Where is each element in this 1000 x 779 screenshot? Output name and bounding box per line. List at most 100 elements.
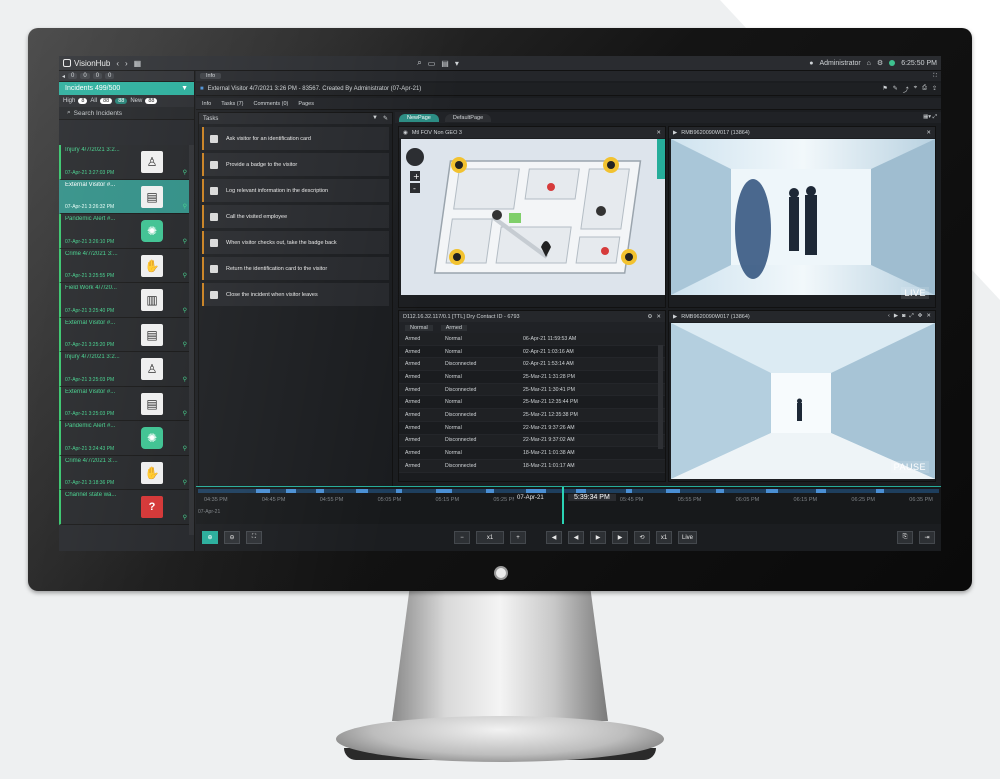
floor-plan-map[interactable]: + - (401, 139, 665, 295)
gear-icon[interactable]: ⚙ (877, 59, 883, 67)
events-scrollbar[interactable] (658, 345, 663, 449)
event-row[interactable]: Armed Disconnected 25-Mar-21 12:35:38 PM (399, 409, 665, 422)
filter-count-4[interactable]: 0 (105, 73, 115, 79)
zoom-out-button[interactable]: ⊖ (224, 531, 240, 544)
next-clip-button[interactable]: ⇥ (919, 531, 935, 544)
priority-new-label[interactable]: New (130, 98, 142, 104)
funnel-icon[interactable]: ▼ (181, 85, 188, 92)
snapshot-icon[interactable]: ◙ (902, 313, 905, 320)
incident-list-item[interactable]: Pandemic Alert #... 07-Apr-21 3:24:43 PM ✺… (59, 421, 189, 456)
timeline[interactable]: 04:35 PM 04:45 PM 04:55 PM 05:05 PM 05:15 PM… (196, 486, 941, 525)
search-incidents[interactable]: ⌕ Search Incidents (59, 107, 194, 120)
event-row[interactable]: Armed Disconnected 02-Apr-21 1:53:14 AM (399, 358, 665, 372)
tasks-filter-icon[interactable]: ▼ (372, 115, 378, 122)
maximize-icon[interactable]: ⛶ (933, 73, 937, 80)
timeline-track[interactable] (198, 489, 939, 493)
sync-speed-button[interactable]: x1 (656, 531, 672, 544)
incident-list-item[interactable]: Injury 4/7/2021 3:2... 07-Apr-21 3:27:03 … (59, 145, 189, 180)
filter-icon[interactable]: ◂ (62, 73, 65, 80)
export-icon[interactable]: ⇪ (932, 85, 937, 94)
home-icon[interactable]: ⌂ (867, 60, 871, 67)
search-incidents-input[interactable]: Search Incidents (74, 110, 122, 117)
event-row[interactable]: Armed Normal 06-Apr-21 11:59:53 AM (399, 333, 665, 346)
camera-1-close-icon[interactable]: ✕ (926, 130, 931, 136)
task-item[interactable]: Return the identification card to the vi… (202, 257, 389, 280)
camera-1-video[interactable] (671, 139, 935, 295)
tab-default-page[interactable]: DefaultPage (444, 113, 492, 122)
tab-tasks[interactable]: Tasks (7) (221, 101, 243, 107)
task-item[interactable]: Provide a badge to the visitor (202, 153, 389, 176)
timeline-cursor[interactable] (562, 487, 564, 525)
filter-count-1[interactable]: 0 (68, 73, 78, 79)
tab-new-page[interactable]: NewPage (399, 113, 439, 122)
timeline-recording-segment[interactable] (316, 489, 324, 493)
zoom-icon[interactable]: ⤢ (909, 313, 913, 320)
pin-icon[interactable]: ⌖ (914, 85, 917, 94)
user-name[interactable]: Administrator (819, 60, 860, 67)
share-icon[interactable]: ⤴ (903, 85, 909, 94)
timeline-recording-segment[interactable] (576, 489, 586, 493)
search-icon[interactable]: ⌕ (417, 58, 421, 68)
incident-list-item[interactable]: Crime 4/7/2021 3:... 07-Apr-21 3:18:36 PM… (59, 455, 189, 490)
timeline-recording-segment[interactable] (766, 489, 778, 493)
step-forward-button[interactable]: ▶ (612, 531, 628, 544)
power-button[interactable] (494, 566, 508, 580)
task-checkbox[interactable] (210, 160, 218, 169)
task-item[interactable]: Ask visitor for an identification card (202, 127, 389, 150)
task-checkbox[interactable] (210, 264, 218, 273)
incident-list-item[interactable]: Channel state wa...? ⚲ (59, 490, 189, 525)
priority-high-label[interactable]: High (63, 98, 75, 104)
ptz-icon[interactable]: ✥ (918, 313, 923, 320)
tasks-edit-icon[interactable]: ✎ (383, 115, 388, 122)
back-icon[interactable]: ‹ (116, 59, 119, 68)
task-checkbox[interactable] (210, 290, 218, 299)
task-item[interactable]: When visitor checks out, take the badge … (202, 231, 389, 254)
event-row[interactable]: Armed Normal 18-Mar-21 1:01:38 AM (399, 447, 665, 460)
incident-list-item[interactable]: External Visitor #... 07-Apr-21 3:26:32 P… (59, 179, 189, 214)
slower-button[interactable]: − (454, 531, 470, 544)
filter-count-3[interactable]: 0 (92, 73, 103, 79)
grid-icon[interactable]: ▦ (134, 59, 142, 68)
tab-info[interactable]: Info (202, 101, 211, 107)
map-side-handle[interactable] (657, 139, 665, 179)
camera-2-video[interactable] (671, 323, 935, 479)
monitor-icon[interactable]: ▭ (428, 59, 436, 68)
task-item[interactable]: Log relevant information in the descript… (202, 179, 389, 202)
task-checkbox[interactable] (210, 134, 218, 143)
map-close-icon[interactable]: ✕ (656, 130, 661, 136)
layout-icon[interactable]: ▤ (441, 59, 449, 68)
events-close-icon[interactable]: ✕ (656, 314, 661, 320)
incidents-header[interactable]: Incidents 499/500 ▼ (59, 82, 194, 95)
timeline-recording-segment[interactable] (436, 489, 452, 493)
priority-all-label[interactable]: All (90, 98, 97, 104)
event-row[interactable]: Armed Normal 02-Apr-21 1:03:16 AM (399, 346, 665, 359)
edit-icon[interactable]: ✎ (893, 85, 898, 94)
step-back-button[interactable]: ◀ (546, 531, 562, 544)
event-row[interactable]: Armed Normal 25-Mar-21 1:31:28 PM (399, 371, 665, 384)
timeline-recording-segment[interactable] (666, 489, 680, 493)
speed-select[interactable]: x1 (476, 531, 504, 544)
workspace-tab-info[interactable]: Info (200, 73, 222, 79)
export-video-button[interactable]: ⎘ (897, 531, 913, 544)
timeline-recording-segment[interactable] (816, 489, 826, 493)
forward-icon[interactable]: › (125, 59, 128, 68)
filter-count-2[interactable]: 0 (80, 73, 90, 79)
timeline-recording-segment[interactable] (876, 489, 884, 493)
faster-button[interactable]: + (510, 531, 526, 544)
event-row[interactable]: Armed Disconnected 25-Mar-21 1:30:41 PM (399, 383, 665, 397)
timeline-recording-segment[interactable] (486, 489, 494, 493)
assign-icon[interactable]: ⚑ (882, 85, 887, 94)
page-settings-icon[interactable]: ▦▾ ⤢ (923, 114, 937, 121)
incident-list-item[interactable]: Injury 4/7/2021 3:2... 07-Apr-21 3:25:03 … (59, 352, 189, 387)
task-item[interactable]: Close the incident when visitor leaves (202, 283, 389, 306)
tab-pages[interactable]: Pages (298, 101, 314, 107)
play-forward-button[interactable]: ▶ (590, 531, 606, 544)
timeline-recording-segment[interactable] (356, 489, 368, 493)
timeline-recording-segment[interactable] (256, 489, 270, 493)
camera-2-close-icon[interactable]: ✕ (926, 313, 931, 320)
priority-selected-count[interactable]: 88 (115, 98, 128, 104)
prev-icon[interactable]: ‹ (888, 313, 890, 320)
incident-list-item[interactable]: Pandemic Alert #... 07-Apr-21 3:26:10 PM ✺… (59, 214, 189, 249)
incident-list-item[interactable]: Field Work 4/7/20... 07-Apr-21 3:25:40 PM… (59, 283, 189, 318)
event-row[interactable]: Armed Normal 22-Mar-21 9:37:26 AM (399, 422, 665, 435)
